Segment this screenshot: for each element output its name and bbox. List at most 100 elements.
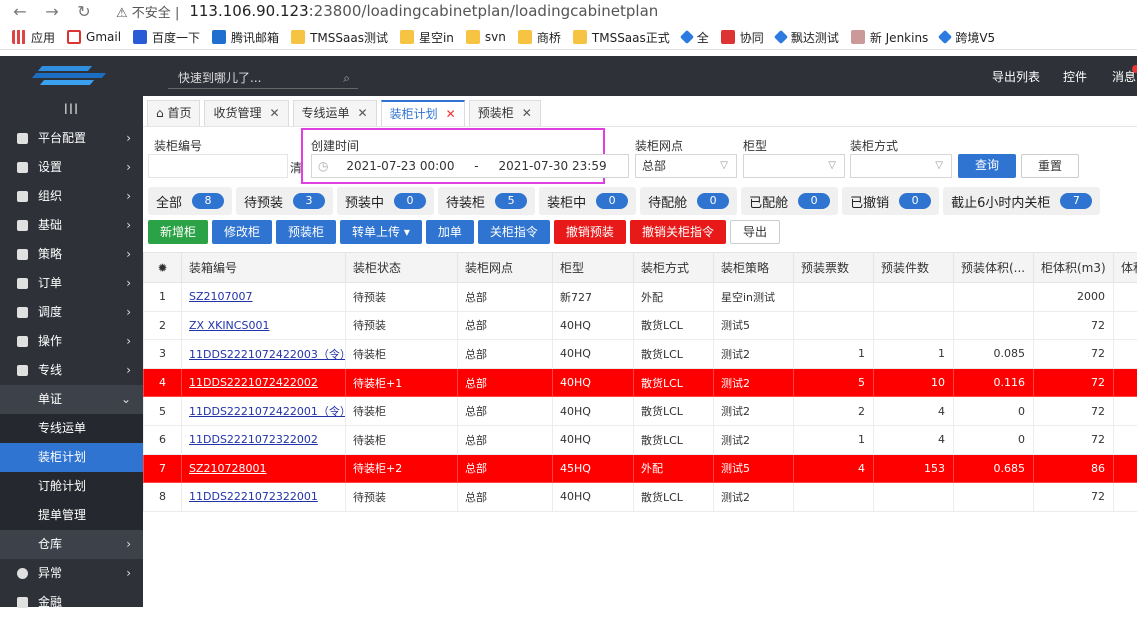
tab-3[interactable]: 装柜计划✕ [381,100,465,126]
status-chip[interactable]: 待配舱0 [640,187,737,215]
action-button[interactable]: 关柜指令 [478,220,550,244]
bookmark-item[interactable]: 百度一下 [133,29,200,46]
container-code-link[interactable]: 11DDS2221072422003（令） [189,348,346,361]
action-button[interactable]: 新增柜 [148,220,208,244]
sidebar-item-1[interactable]: 设置› [0,153,143,182]
column-header[interactable]: 装柜方式 [634,253,714,283]
cabinet-type-select[interactable]: ▽ [743,154,845,178]
container-code-link[interactable]: SZ2107007 [189,290,253,303]
site-select[interactable]: 总部 ▽ [635,154,737,178]
column-header[interactable]: 预装体积(... [954,253,1034,283]
container-code-link[interactable]: SZ210728001 [189,462,267,475]
status-chip[interactable]: 待装柜5 [438,187,535,215]
status-chip[interactable]: 待预装3 [236,187,333,215]
sidebar-item-0[interactable]: 平台配置› [0,124,143,153]
security-warning[interactable]: ⚠ 不安全 | [116,2,179,21]
logo[interactable] [30,64,108,86]
column-header[interactable]: 预装票数 [794,253,874,283]
container-code-link[interactable]: 11DDS2221072422002 [189,376,318,389]
container-code-link[interactable]: 11DDS2221072422001（令） [189,405,346,418]
bookmark-item[interactable]: 腾讯邮箱 [212,29,279,46]
status-chip[interactable]: 全部8 [148,187,232,215]
column-header[interactable]: 柜型 [553,253,634,283]
bookmark-item[interactable]: 全 [682,29,709,46]
bookmark-item[interactable]: TMSSaas测试 [291,29,388,46]
sidebar-item-3[interactable]: 基础› [0,211,143,240]
messages-link[interactable]: 消息 [1112,68,1136,85]
sidebar-item-warehouse[interactable]: 仓库 › [0,530,143,559]
tab-2[interactable]: 专线运单✕ [293,100,377,126]
bookmark-item[interactable]: svn [466,30,506,44]
action-button[interactable]: 加单 [426,220,474,244]
status-chip[interactable]: 预装中0 [337,187,434,215]
address-field[interactable]: 113.106.90.123:23800/loadingcabinetplan/… [189,2,658,20]
column-header[interactable]: 体积 [1114,253,1137,283]
reload-icon[interactable]: ↻ [72,2,96,21]
action-button[interactable]: 修改柜 [212,220,272,244]
date-range-picker[interactable]: ◷ 2021-07-23 00:00 - 2021-07-30 23:59 [311,154,629,178]
bookmark-item[interactable]: 新 Jenkins [851,29,928,46]
action-button[interactable]: 预装柜 [276,220,336,244]
container-code-link[interactable]: ZX XKINCS001 [189,319,269,332]
table-row[interactable]: 611DDS2221072322002待装柜总部40HQ散货LCL测试21407… [144,425,1137,454]
sidebar-toggle[interactable]: III [0,96,143,124]
table-settings-icon[interactable]: ✹ [144,253,182,283]
sidebar-subitem[interactable]: 装柜计划 [0,443,143,472]
column-header[interactable]: 装柜网点 [458,253,553,283]
sidebar-item-4[interactable]: 策略› [0,240,143,269]
reset-button[interactable]: 重置 [1021,154,1079,178]
action-button[interactable]: 转单上传 ▾ [340,220,422,244]
action-button[interactable]: 撤销预装 [554,220,626,244]
bookmark-item[interactable]: TMSSaas正式 [573,29,670,46]
sidebar-item-8[interactable]: 专线› [0,356,143,385]
table-row[interactable]: 411DDS2221072422002待装柜+1总部40HQ散货LCL测试251… [144,368,1137,397]
close-icon[interactable]: ✕ [358,106,368,120]
sidebar-item-7[interactable]: 操作› [0,327,143,356]
bookmark-item[interactable]: 商桥 [518,29,561,46]
container-no-input[interactable] [148,154,288,178]
action-button[interactable]: 导出 [730,220,780,244]
date-end[interactable]: 2021-07-30 23:59 [498,159,606,173]
bookmark-item[interactable]: 跨境V5 [940,29,995,46]
close-icon[interactable]: ✕ [269,106,279,120]
bookmark-item[interactable]: 应用 [12,29,55,46]
export-list-link[interactable]: 导出列表 [992,68,1040,85]
table-row[interactable]: 7SZ210728001待装柜+2总部45HQ外配测试541530.68586 [144,454,1137,483]
tab-4[interactable]: 预装柜✕ [469,100,541,126]
search-icon[interactable]: ⌕ [343,67,350,89]
bookmark-item[interactable]: 星空in [400,29,454,46]
column-header[interactable]: 预装件数 [874,253,954,283]
back-icon[interactable]: ← [8,2,32,21]
close-icon[interactable]: ✕ [446,107,456,121]
sidebar-group-docs[interactable]: 单证 ⌄ [0,385,143,414]
controls-link[interactable]: 控件 [1063,68,1087,85]
container-code-link[interactable]: 11DDS2221072322002 [189,433,318,446]
column-header[interactable]: 装柜策略 [714,253,794,283]
quick-search-input[interactable]: 快速到哪儿了... ⌕ [168,67,358,89]
column-header[interactable]: 装箱编号 [182,253,346,283]
sidebar-item-5[interactable]: 订单› [0,269,143,298]
sidebar-subitem[interactable]: 提单管理 [0,501,143,530]
date-start[interactable]: 2021-07-23 00:00 [346,159,454,173]
sidebar-item-more[interactable]: 金融 [0,588,143,617]
tab-1[interactable]: 收货管理✕ [204,100,288,126]
sidebar-item-6[interactable]: 调度› [0,298,143,327]
status-chip[interactable]: 已配舱0 [741,187,838,215]
query-button[interactable]: 查询 [958,154,1016,178]
status-chip[interactable]: 截止6小时内关柜7 [943,187,1100,215]
column-header[interactable]: 装柜状态 [346,253,458,283]
sidebar-item-exception[interactable]: 异常 › [0,559,143,588]
bookmark-item[interactable]: Gmail [67,30,121,44]
table-row[interactable]: 2ZX XKINCS001待预装总部40HQ散货LCL测试572 [144,311,1137,340]
bookmark-item[interactable]: 飘达测试 [776,29,839,46]
load-method-select[interactable]: ▽ [850,154,952,178]
tab-0[interactable]: ⌂ 首页 [147,100,200,126]
bookmark-item[interactable]: 协同 [721,29,764,46]
forward-icon[interactable]: → [40,2,64,21]
action-button[interactable]: 撤销关柜指令 [630,220,726,244]
status-chip[interactable]: 已撤销0 [842,187,939,215]
close-icon[interactable]: ✕ [522,106,532,120]
status-chip[interactable]: 装柜中0 [539,187,636,215]
table-row[interactable]: 511DDS2221072422001（令）待装柜总部40HQ散货LCL测试22… [144,397,1137,426]
sidebar-subitem[interactable]: 专线运单 [0,414,143,443]
